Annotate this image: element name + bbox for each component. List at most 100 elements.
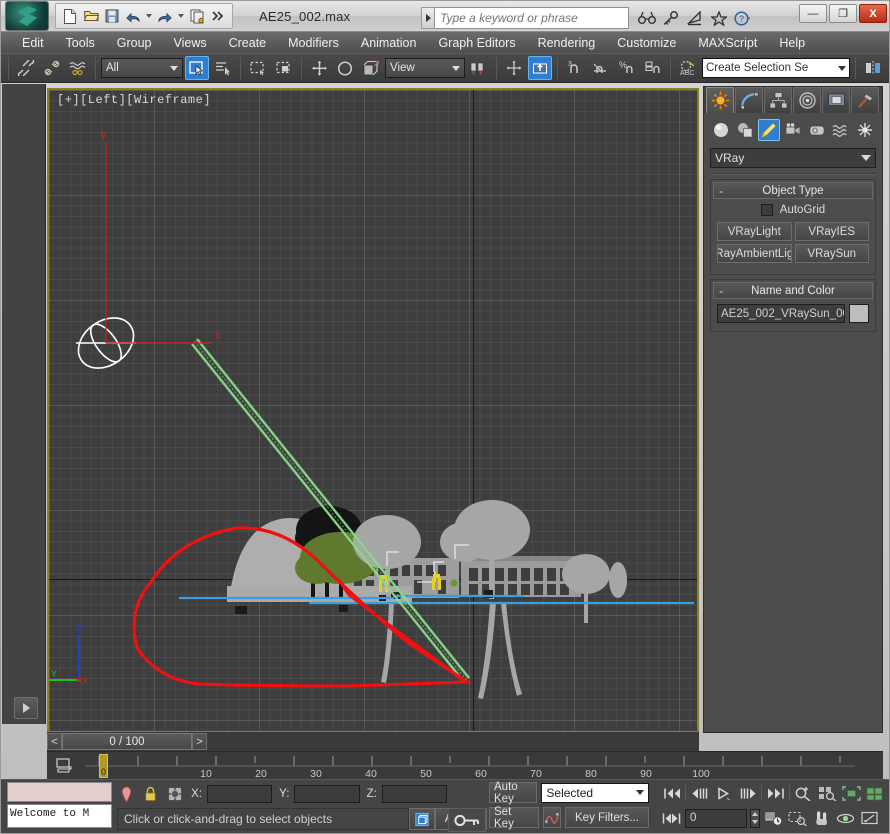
pin-icon[interactable] — [117, 784, 136, 804]
lock-icon[interactable] — [141, 784, 160, 804]
viewport-label[interactable]: [+][Left][Wireframe] — [57, 93, 211, 107]
vraylight-button[interactable]: VRayLight — [717, 222, 792, 241]
utilities-tab[interactable] — [851, 87, 879, 113]
set-key-mode-icon[interactable] — [543, 807, 561, 828]
menu-item-views[interactable]: Views — [162, 34, 217, 52]
key-mode-toggle-icon[interactable] — [661, 808, 682, 828]
menu-item-edit[interactable]: Edit — [11, 34, 55, 52]
named-selection-sets-icon[interactable]: ABC — [676, 56, 700, 80]
display-tab[interactable] — [822, 87, 850, 113]
project-folder-icon[interactable] — [187, 6, 207, 26]
minimize-button[interactable]: — — [799, 4, 827, 23]
frame-spinner[interactable] — [750, 809, 760, 828]
key-filters-button[interactable]: Key Filters... — [565, 807, 649, 828]
shapes-icon[interactable] — [734, 119, 756, 141]
open-file-icon[interactable] — [81, 6, 101, 26]
next-frame-arrow[interactable]: > — [192, 733, 207, 750]
maxscript-output-field[interactable]: Welcome to M — [7, 804, 112, 828]
play-icon[interactable] — [713, 783, 734, 803]
named-selection-set-combo[interactable]: Create Selection Se — [702, 58, 850, 78]
redo-icon[interactable] — [155, 6, 175, 26]
auto-key-button[interactable]: Auto Key — [489, 782, 537, 803]
systems-icon[interactable] — [854, 119, 876, 141]
waves-icon[interactable] — [830, 119, 852, 141]
zoom-icon[interactable] — [793, 783, 814, 803]
select-and-manipulate-icon[interactable] — [502, 56, 526, 80]
menu-item-modifiers[interactable]: Modifiers — [277, 34, 350, 52]
vraysun-button[interactable]: VRaySun — [795, 244, 870, 263]
light-type-dropdown[interactable]: VRay — [710, 148, 876, 168]
binoculars-icon[interactable] — [636, 8, 657, 29]
zoom-extents-all-icon[interactable] — [865, 783, 886, 803]
maximize-button[interactable]: ❐ — [829, 4, 857, 23]
prev-frame-arrow[interactable]: < — [47, 733, 62, 750]
unlink-icon[interactable] — [40, 56, 64, 80]
menu-item-tools[interactable]: Tools — [55, 34, 106, 52]
menu-item-maxscript[interactable]: MAXScript — [687, 34, 768, 52]
menu-item-help[interactable]: Help — [768, 34, 816, 52]
object-type-header[interactable]: - Object Type — [713, 182, 873, 199]
rectangular-region-icon[interactable] — [246, 56, 270, 80]
y-coord-field[interactable] — [294, 785, 359, 803]
select-rotate-icon[interactable] — [333, 56, 357, 80]
object-name-field[interactable]: AE25_002_VRaySun_001 — [717, 304, 845, 323]
select-object-icon[interactable] — [185, 56, 209, 80]
undo-icon[interactable] — [123, 6, 143, 26]
redo-dropdown-icon[interactable] — [178, 14, 184, 18]
create-tab[interactable] — [706, 87, 734, 113]
zoom-extents-icon[interactable] — [841, 783, 862, 803]
menu-item-customize[interactable]: Customize — [606, 34, 687, 52]
viewport-left-wireframe[interactable]: [+][Left][Wireframe] — [47, 88, 699, 733]
select-by-name-icon[interactable] — [211, 56, 235, 80]
maxscript-input-field[interactable] — [7, 782, 112, 802]
angle-snap-icon[interactable] — [589, 56, 613, 80]
help-icon[interactable]: ? — [732, 8, 753, 29]
use-center-flyout-icon[interactable] — [467, 56, 491, 80]
goto-end-icon[interactable] — [765, 783, 786, 803]
reference-coordinate-dropdown[interactable]: View — [385, 58, 465, 78]
orbit-icon[interactable] — [835, 808, 856, 828]
isolate-selection-icon[interactable] — [165, 784, 184, 804]
percent-snap-icon[interactable]: % — [615, 56, 639, 80]
track-bar[interactable]: 102030 405060 708090 100 0 — [47, 751, 883, 779]
mirror-icon[interactable] — [861, 56, 885, 80]
spinner-snap-icon[interactable] — [641, 56, 665, 80]
name-and-color-header[interactable]: - Name and Color — [713, 282, 873, 299]
select-and-place-icon[interactable] — [528, 56, 552, 80]
star-icon[interactable] — [708, 8, 729, 29]
select-move-icon[interactable] — [307, 56, 331, 80]
key-mode-toggle[interactable] — [448, 808, 486, 832]
snap-toggle-icon[interactable]: 3 — [563, 56, 587, 80]
zoom-all-icon[interactable] — [817, 783, 838, 803]
menu-item-graph-editors[interactable]: Graph Editors — [427, 34, 526, 52]
search-input[interactable] — [434, 7, 629, 29]
hierarchy-tab[interactable] — [764, 87, 792, 113]
region-zoom-icon[interactable] — [787, 808, 808, 828]
previous-frame-icon[interactable] — [689, 783, 710, 803]
menu-item-animation[interactable]: Animation — [350, 34, 428, 52]
x-coord-field[interactable] — [207, 785, 272, 803]
selection-filter-dropdown[interactable]: All — [101, 58, 183, 78]
vrayambientlight-button[interactable]: RayAmbientLig — [717, 244, 792, 263]
open-mini-curve-editor-icon[interactable] — [51, 755, 77, 777]
save-file-icon[interactable] — [102, 6, 122, 26]
tape-measure-icon[interactable] — [806, 119, 828, 141]
key-filter-dropdown[interactable]: Selected — [541, 783, 649, 803]
menu-item-rendering[interactable]: Rendering — [527, 34, 607, 52]
maximize-viewport-icon[interactable] — [859, 808, 880, 828]
modify-tab[interactable] — [735, 87, 763, 113]
key-icon[interactable] — [660, 8, 681, 29]
link-icon[interactable] — [14, 56, 38, 80]
search-expand-button[interactable] — [421, 7, 434, 29]
motion-tab[interactable] — [793, 87, 821, 113]
bind-space-warp-icon[interactable] — [66, 56, 90, 80]
object-color-swatch[interactable] — [849, 304, 869, 323]
set-key-button[interactable]: Set Key — [489, 807, 539, 828]
window-crossing-icon[interactable] — [272, 56, 296, 80]
time-slider-handle[interactable]: 0 / 100 — [62, 733, 192, 750]
undo-dropdown-icon[interactable] — [146, 14, 152, 18]
goto-start-icon[interactable] — [661, 783, 682, 803]
vrayies-button[interactable]: VRayIES — [795, 222, 870, 241]
satellite-dish-icon[interactable] — [684, 8, 705, 29]
current-frame-field[interactable]: 0 — [685, 809, 747, 828]
